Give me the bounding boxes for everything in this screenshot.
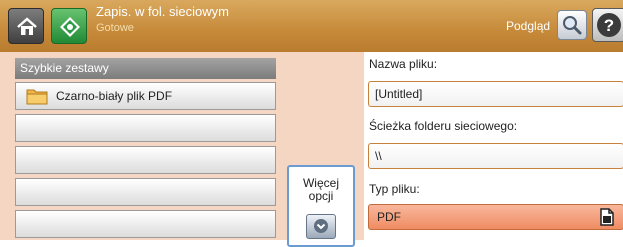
- magnifier-icon: [563, 16, 582, 35]
- network-path-field[interactable]: \\: [368, 143, 623, 169]
- more-options-box[interactable]: Więcej opcji: [287, 165, 355, 247]
- more-options-button[interactable]: [306, 214, 336, 239]
- quick-set-empty-slot[interactable]: [15, 178, 276, 206]
- home-button[interactable]: [8, 8, 44, 44]
- document-icon: [600, 208, 614, 226]
- preview-label: Podgląd: [506, 19, 551, 33]
- file-type-select[interactable]: PDF: [368, 204, 623, 230]
- quick-set-empty-slot[interactable]: [15, 146, 276, 174]
- more-options-label-line1: Więcej: [302, 176, 339, 190]
- quick-sets-header: Szybkie zestawy: [15, 58, 276, 79]
- more-options-label: Więcej opcji: [289, 177, 353, 203]
- quick-set-label: Czarno-biały plik PDF: [56, 89, 173, 103]
- title-bar: Zapis. w fol. sieciowym Gotowe Podgląd ?: [0, 0, 623, 52]
- help-button[interactable]: ?: [592, 8, 623, 42]
- quick-set-empty-slot[interactable]: [15, 114, 276, 142]
- quick-set-item[interactable]: Czarno-biały plik PDF: [15, 82, 276, 110]
- quick-set-empty-slot[interactable]: [15, 210, 276, 238]
- more-options-label-line2: opcji: [308, 189, 334, 203]
- preview-button[interactable]: [557, 10, 587, 40]
- help-icon: ?: [597, 13, 621, 37]
- start-button[interactable]: [51, 8, 87, 44]
- start-icon: [60, 17, 80, 37]
- file-name-label: Nazwa pliku:: [369, 57, 438, 71]
- file-name-field[interactable]: [Untitled]: [368, 81, 623, 107]
- network-path-label: Ścieżka folderu sieciowego:: [369, 119, 518, 133]
- file-type-label: Typ pliku:: [369, 182, 420, 196]
- file-type-value: PDF: [377, 210, 401, 224]
- svg-text:?: ?: [604, 16, 614, 35]
- folder-icon: [26, 89, 48, 105]
- device-status: Gotowe: [96, 22, 134, 34]
- app-title: Zapis. w fol. sieciowym: [96, 4, 229, 19]
- home-icon: [17, 17, 37, 35]
- chevron-down-icon: [314, 219, 328, 233]
